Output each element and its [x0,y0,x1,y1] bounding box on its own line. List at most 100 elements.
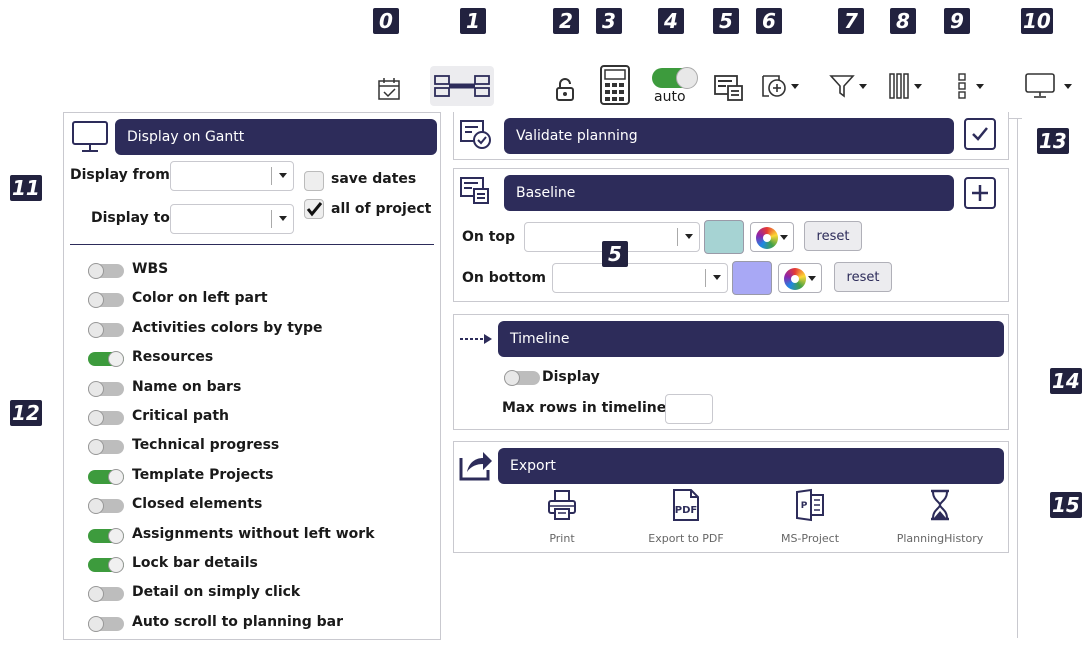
on-top-reset-button[interactable]: reset [804,221,862,251]
timeline-display-label: Display [542,369,600,385]
auto-label: auto [654,89,686,105]
on-bottom-reset-button[interactable]: reset [834,262,892,292]
timeline-arrow-icon [458,331,494,345]
toggle-switch[interactable] [88,527,124,544]
on-bottom-select[interactable] [552,263,728,293]
validate-planning-button[interactable] [964,118,996,150]
max-rows-input[interactable] [665,394,713,424]
marker-4: 4 [658,8,684,34]
print-icon [548,490,576,520]
toggle-label: Template Projects [132,466,274,483]
display-to-select[interactable] [170,204,294,234]
toggle-label: Assignments without left work [132,525,375,542]
toggle-switch[interactable] [88,263,124,279]
auto-toggle[interactable] [652,67,698,89]
toggle-label: Resources [132,349,214,366]
filter-icon[interactable] [823,70,873,102]
link-tasks-icon[interactable] [430,66,494,106]
on-top-label: On top [462,229,516,245]
display-from-select[interactable] [170,161,294,191]
toggle-switch[interactable] [88,351,124,368]
print-button[interactable]: Print [502,488,622,545]
hourglass-icon [931,489,949,521]
validate-planning-header: Validate planning [504,118,954,154]
timeline-display-toggle[interactable] [504,370,540,386]
save-dates-checkbox[interactable] [304,171,324,191]
baseline-icon[interactable] [712,72,746,104]
baseline-panel: Baseline On top reset On bottom reset 5 [453,168,1009,302]
more-options-icon[interactable] [945,70,995,102]
on-bottom-label: On bottom [462,270,546,286]
toggle-switch[interactable] [88,380,124,397]
toggle-label: Color on left part [132,290,268,307]
toggle-label: Detail on simply click [132,584,301,601]
display-gantt-panel: Display on Gantt Display from save dates… [63,112,441,640]
toggle-label: Activities colors by type [132,319,323,336]
toggle-label: Lock bar details [132,555,258,571]
toggle-label: Critical path [132,408,230,424]
print-label: Print [549,532,575,545]
toggle-switch[interactable] [88,292,124,309]
on-top-color-picker[interactable] [750,222,794,252]
all-of-project-label: all of project [331,201,432,217]
toggle-switch[interactable] [88,439,124,456]
marker-5-overlay: 5 [602,241,628,267]
toggle-switch[interactable] [88,557,124,573]
export-panel: Export Print PDF Export to PDF P MS-Proj… [453,441,1009,553]
marker-14: 14 [1050,368,1082,394]
export-header: Export [498,448,1004,484]
export-pdf-button[interactable]: PDF Export to PDF [626,488,746,545]
marker-7: 7 [838,8,864,34]
svg-text:PDF: PDF [675,505,697,516]
marker-6: 6 [756,8,782,34]
unlock-icon[interactable] [552,74,578,104]
calculator-icon[interactable] [598,64,632,106]
toggle-switch[interactable] [88,468,124,485]
toggle-label: Technical progress [132,437,280,454]
marker-5: 5 [713,8,739,34]
color-wheel-icon [756,227,778,249]
marker-8: 8 [890,8,916,34]
planning-history-button[interactable]: PlanningHistory [880,488,1000,545]
marker-9: 9 [944,8,970,34]
validate-panel: Validate planning [453,112,1009,160]
marker-10: 10 [1021,8,1053,34]
toggle-label: Auto scroll to planning bar [132,613,344,630]
toggle-switch[interactable] [88,321,124,338]
toggle-switch[interactable] [88,615,124,632]
marker-11: 11 [10,175,42,201]
export-pdf-label: Export to PDF [648,532,724,545]
baseline-panel-icon [460,177,492,207]
toggle-switch[interactable] [88,586,124,603]
section-divider [70,244,434,245]
all-of-project-checkbox[interactable] [304,199,324,219]
marker-1: 1 [460,8,486,34]
marker-3: 3 [596,8,622,34]
on-bottom-color-picker[interactable] [778,263,822,293]
export-share-icon [458,446,494,482]
right-divider [1017,118,1018,638]
on-bottom-color-swatch[interactable] [732,261,772,295]
marker-2: 2 [553,8,579,34]
validate-planning-icon [460,120,492,150]
marker-15: 15 [1050,492,1082,518]
ms-project-button[interactable]: P MS-Project [750,488,870,545]
timeline-panel: Timeline Display Max rows in timeline [453,314,1009,430]
display-to-label: Display to [91,210,170,226]
timeline-header: Timeline [498,321,1004,357]
on-top-color-swatch[interactable] [704,220,744,254]
toggle-switch[interactable] [88,498,124,515]
display-monitor-icon[interactable] [1016,70,1080,102]
add-baseline-button[interactable] [964,177,996,209]
toggle-switch[interactable] [88,410,124,426]
ms-project-label: MS-Project [780,532,840,545]
toggle-label: WBS [132,261,169,277]
display-gantt-header: Display on Gantt [115,119,437,155]
add-view-icon[interactable] [754,70,804,102]
columns-icon[interactable] [880,70,930,102]
planning-history-label: PlanningHistory [896,532,984,545]
marker-13: 13 [1037,128,1069,154]
monitor-icon [70,119,110,155]
calendar-check-icon[interactable] [372,74,406,104]
max-rows-label: Max rows in timeline [502,400,667,416]
